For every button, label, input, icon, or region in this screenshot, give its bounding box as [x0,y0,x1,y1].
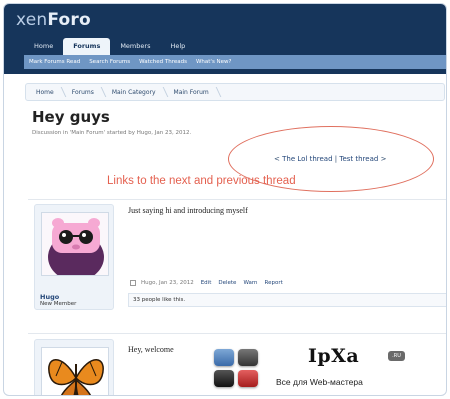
watermark-logo-squares [214,349,262,389]
logo-text-bold: Foro [47,10,91,30]
tab-help[interactable]: Help [160,38,195,55]
post-message: Just saying hi and introducing myself [128,206,248,215]
post-user-title: New Member [40,301,77,307]
watermark-square-gray [238,349,258,366]
breadcrumb-main-category[interactable]: Main Category [106,89,168,96]
watermark-brand: IpXa [308,345,360,367]
subnav-mark-forums-read[interactable]: Mark Forums Read [29,59,80,65]
post-edit-link[interactable]: Edit [201,280,212,286]
subnav-watched-threads[interactable]: Watched Threads [139,59,187,65]
watermark-square-blue [214,349,234,366]
watermark-tld: .RU [388,351,405,361]
post-user-block: Hugo New Member [34,204,114,310]
main-nav-tabs: Home Forums Members Help [24,38,195,56]
breadcrumb-home[interactable]: Home [30,89,66,96]
breadcrumb-forums[interactable]: Forums [66,89,106,96]
thread-title: Hey guys [32,108,110,126]
post-report-link[interactable]: Report [265,280,283,286]
thread-meta: Discussion in 'Main Forum' started by Hu… [32,130,192,136]
post-likes-summary[interactable]: 33 people like this. [128,293,446,307]
post-author-date[interactable]: Hugo, Jan 23, 2012 [141,280,194,286]
post-select-checkbox[interactable] [130,280,136,286]
watermark-square-black [214,370,234,387]
post-divider [28,199,446,200]
avatar[interactable] [41,212,109,276]
post-user-block [34,339,114,395]
tab-home[interactable]: Home [24,38,63,55]
site-header: xenForo Home Forums Members Help Mark Fo… [4,4,446,74]
tab-members[interactable]: Members [110,38,160,55]
watermark-tagline: Все для Web-мастера [276,377,363,387]
tab-forums[interactable]: Forums [63,38,111,56]
subnav-search-forums[interactable]: Search Forums [89,59,130,65]
subnav-whats-new[interactable]: What's New? [196,59,232,65]
breadcrumb-main-forum[interactable]: Main Forum [168,89,221,96]
logo-text-light: xen [16,10,48,30]
site-logo[interactable]: xenForo [16,10,91,30]
post-divider [28,333,446,334]
watermark-square-red [238,370,258,387]
breadcrumb: Home Forums Main Category Main Forum [25,83,445,101]
avatar-butterfly-icon [42,348,108,395]
post-warn-link[interactable]: Warn [243,280,257,286]
forums-subnav: Mark Forums Read Search Forums Watched T… [24,55,446,69]
post-delete-link[interactable]: Delete [218,280,236,286]
forum-page: xenForo Home Forums Members Help Mark Fo… [3,3,447,396]
avatar-creature-icon [42,213,108,275]
annotation-text: Links to the next and previous thread [107,175,296,187]
post-username[interactable]: Hugo [40,293,59,301]
avatar[interactable] [41,347,109,395]
post-meta-bar: Hugo, Jan 23, 2012 Edit Delete Warn Repo… [130,280,283,286]
post-message: Hey, welcome [128,345,174,354]
